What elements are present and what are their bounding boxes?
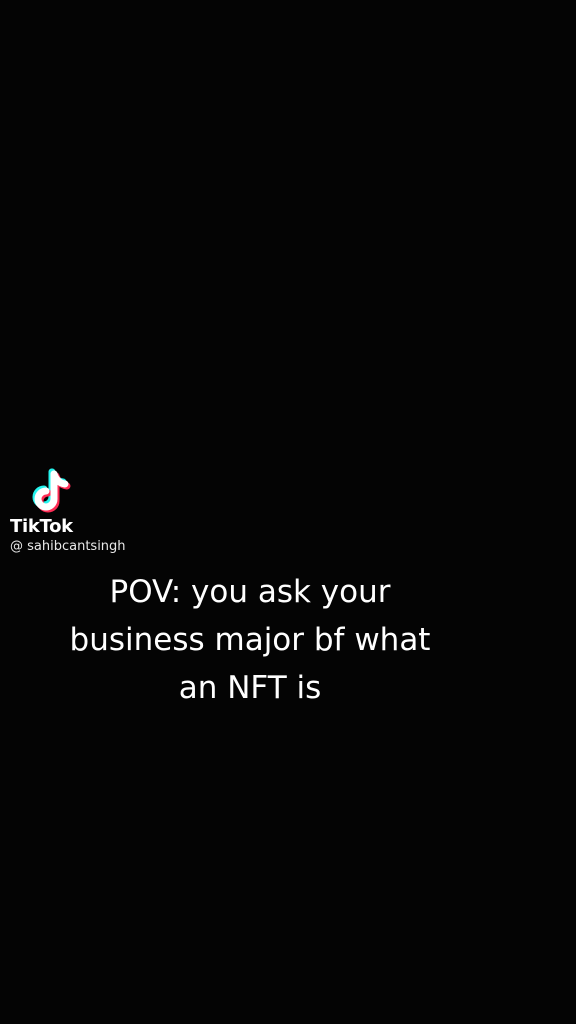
tiktok-note-icon	[32, 468, 71, 513]
caption-line: business major bf what	[69, 622, 431, 658]
caption-line: POV: you ask your	[109, 574, 391, 610]
tiktok-brand-label: TikTok	[10, 516, 73, 537]
video-frame: TikTok @ sahibcantsingh POV: you ask you…	[0, 0, 576, 1024]
video-caption: POV: you ask your business major bf what…	[40, 568, 460, 712]
caption-line: an NFT is	[178, 670, 322, 706]
creator-handle: @ sahibcantsingh	[10, 539, 126, 554]
